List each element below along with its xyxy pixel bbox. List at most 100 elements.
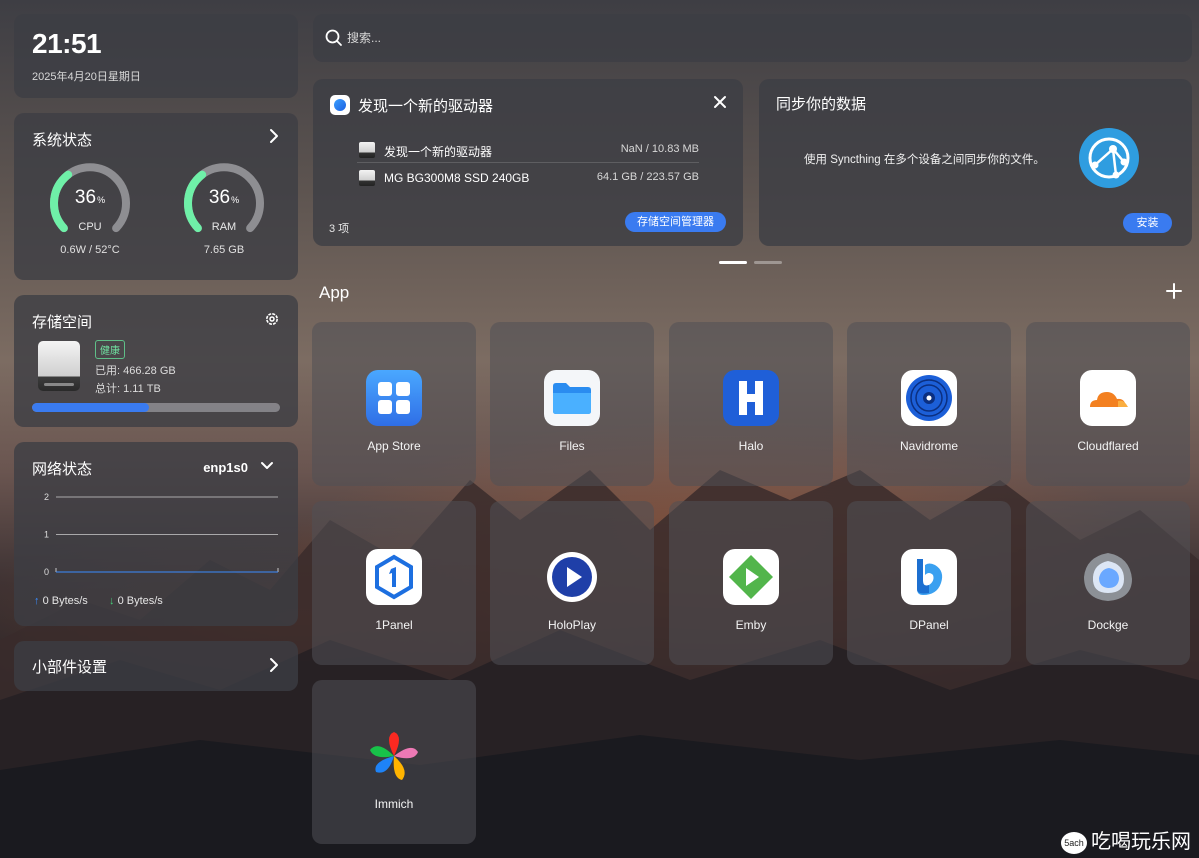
app-label: HoloPlay (547, 618, 597, 632)
chevron-right-icon[interactable] (268, 656, 280, 679)
add-app-icon[interactable] (1166, 281, 1182, 303)
dockge-icon (1080, 549, 1136, 605)
item-count: 3 项 (329, 223, 350, 235)
storage-manager-button[interactable]: 存储空间管理器 (625, 212, 726, 232)
app-tile-1panel[interactable]: 1Panel (312, 501, 476, 665)
network-title: 网络状态 (32, 461, 93, 478)
app-tile-immich[interactable]: Immich (312, 680, 476, 844)
syncthing-logo-icon (1079, 128, 1139, 193)
whale-icon (901, 549, 957, 605)
app-tile-dockge[interactable]: Dockge (1026, 501, 1190, 665)
y-tick-label: 0 (44, 567, 49, 577)
close-icon[interactable] (713, 93, 727, 114)
app-tile-holoplay[interactable]: HoloPlay (490, 501, 654, 665)
watermark-logo: 5ach (1061, 831, 1087, 854)
widget-settings-label: 小部件设置 (32, 659, 108, 676)
storage-widget[interactable]: 存储空间 健康 已用: 466.28 GB 总计: 1.11 TB (14, 295, 298, 427)
site-watermark: 5ach 吃喝玩乐网 (1061, 825, 1191, 854)
hard-drive-icon (38, 341, 80, 391)
storage-title: 存储空间 (32, 314, 93, 331)
cpu-gauge: 36% CPU 0.6W / 52°C (48, 161, 132, 256)
drive-name: MG BG300M8 SSD 240GB (384, 171, 530, 185)
clock-time: 21:51 (32, 28, 102, 59)
app-label: 1Panel (375, 618, 413, 632)
drive-size: 64.1 GB / 223.57 GB (596, 171, 699, 183)
sync-description: 使用 Syncthing 在多个设备之间同步你的文件。 (804, 154, 1045, 166)
app-label: Halo (738, 439, 764, 453)
clock-date: 2025年4月20日星期日 (32, 71, 141, 83)
apps-section-title: App (319, 283, 350, 302)
app-label: App Store (367, 439, 421, 453)
carousel-dot[interactable] (754, 261, 782, 264)
ram-percent: 36% (208, 187, 240, 208)
cpu-power-temp: 0.6W / 52°C (60, 244, 120, 256)
hard-drive-icon (359, 170, 375, 186)
emby-icon (723, 549, 779, 605)
storage-total: 总计: 1.11 TB (95, 383, 161, 395)
storage-progress-fill (32, 403, 149, 412)
app-store-icon (366, 370, 422, 426)
app-label: Cloudflared (1077, 439, 1139, 453)
app-tile-app-store[interactable]: App Store (312, 322, 476, 486)
system-status-widget[interactable]: 系统状态 36% CPU 0.6W / 52°C 36% RAM 7.65 GB (14, 113, 298, 280)
ram-used: 7.65 GB (203, 244, 245, 256)
cpu-percent: 36% (74, 187, 106, 208)
play-icon (544, 549, 600, 605)
app-label: Immich (374, 797, 414, 811)
halo-icon (723, 370, 779, 426)
upload-speed: ↑ 0 Bytes/s (34, 595, 88, 607)
drive-row[interactable]: MG BG300M8 SSD 240GB 64.1 GB / 223.57 GB (357, 165, 699, 191)
arrow-down-icon: ↓ (109, 595, 115, 607)
new-drive-title: 发现一个新的驱动器 (358, 98, 494, 115)
chevron-right-icon[interactable] (268, 127, 280, 150)
ram-label: RAM (211, 221, 237, 233)
drive-app-icon (330, 95, 350, 115)
health-badge: 健康 (95, 340, 125, 359)
search-icon (325, 29, 343, 52)
arrow-up-icon: ↑ (34, 595, 40, 607)
download-speed: ↓ 0 Bytes/s (109, 595, 163, 607)
drive-size: NaN / 10.83 MB (620, 143, 699, 155)
app-tile-cloudflared[interactable]: Cloudflared (1026, 322, 1190, 486)
drive-name: 发现一个新的驱动器 (384, 145, 493, 159)
app-label: DPanel (909, 618, 949, 632)
app-label: Emby (735, 618, 767, 632)
app-label: Navidrome (899, 439, 959, 453)
system-status-title: 系统状态 (32, 132, 93, 149)
vinyl-icon (901, 370, 957, 426)
sync-card: 同步你的数据 使用 Syncthing 在多个设备之间同步你的文件。 安装 (759, 79, 1192, 246)
app-tile-emby[interactable]: Emby (669, 501, 833, 665)
onepanel-icon (366, 549, 422, 605)
carousel-dot-active[interactable] (719, 261, 747, 264)
pinwheel-icon (366, 728, 422, 784)
y-tick-label: 1 (44, 530, 49, 540)
interface-select[interactable]: enp1s0 (203, 460, 248, 475)
sync-title: 同步你的数据 (776, 96, 867, 113)
cloud-icon (1080, 370, 1136, 426)
hard-drive-icon (359, 142, 375, 158)
y-tick-label: 2 (44, 492, 49, 502)
install-button[interactable]: 安装 (1123, 213, 1172, 233)
search-input[interactable] (347, 26, 1147, 50)
folder-icon (544, 370, 600, 426)
app-label: Files (559, 439, 585, 453)
widget-settings[interactable]: 小部件设置 (14, 641, 298, 691)
chevron-down-icon[interactable] (260, 458, 274, 476)
network-chart: 2 1 0 (44, 492, 279, 577)
drive-row[interactable]: 发现一个新的驱动器 NaN / 10.83 MB (357, 137, 699, 163)
new-drive-card: 发现一个新的驱动器 发现一个新的驱动器 NaN / 10.83 MB MG BG… (313, 79, 743, 246)
storage-progress-bar (32, 403, 280, 412)
cpu-label: CPU (78, 221, 102, 233)
app-label: Dockge (1087, 618, 1129, 632)
clock-widget: 21:51 2025年4月20日星期日 (14, 14, 298, 98)
search-bar[interactable] (313, 14, 1192, 62)
app-tile-files[interactable]: Files (490, 322, 654, 486)
network-widget: 网络状态 enp1s0 2 1 0 ↑ 0 Bytes/s ↓ 0 Bytes/s (14, 442, 298, 626)
app-tile-halo[interactable]: Halo (669, 322, 833, 486)
ram-gauge: 36% RAM 7.65 GB (182, 161, 266, 256)
storage-used: 已用: 466.28 GB (95, 365, 176, 377)
gear-icon[interactable] (264, 311, 280, 332)
watermark-text: 吃喝玩乐网 (1091, 831, 1191, 853)
app-tile-dpanel[interactable]: DPanel (847, 501, 1011, 665)
app-tile-navidrome[interactable]: Navidrome (847, 322, 1011, 486)
